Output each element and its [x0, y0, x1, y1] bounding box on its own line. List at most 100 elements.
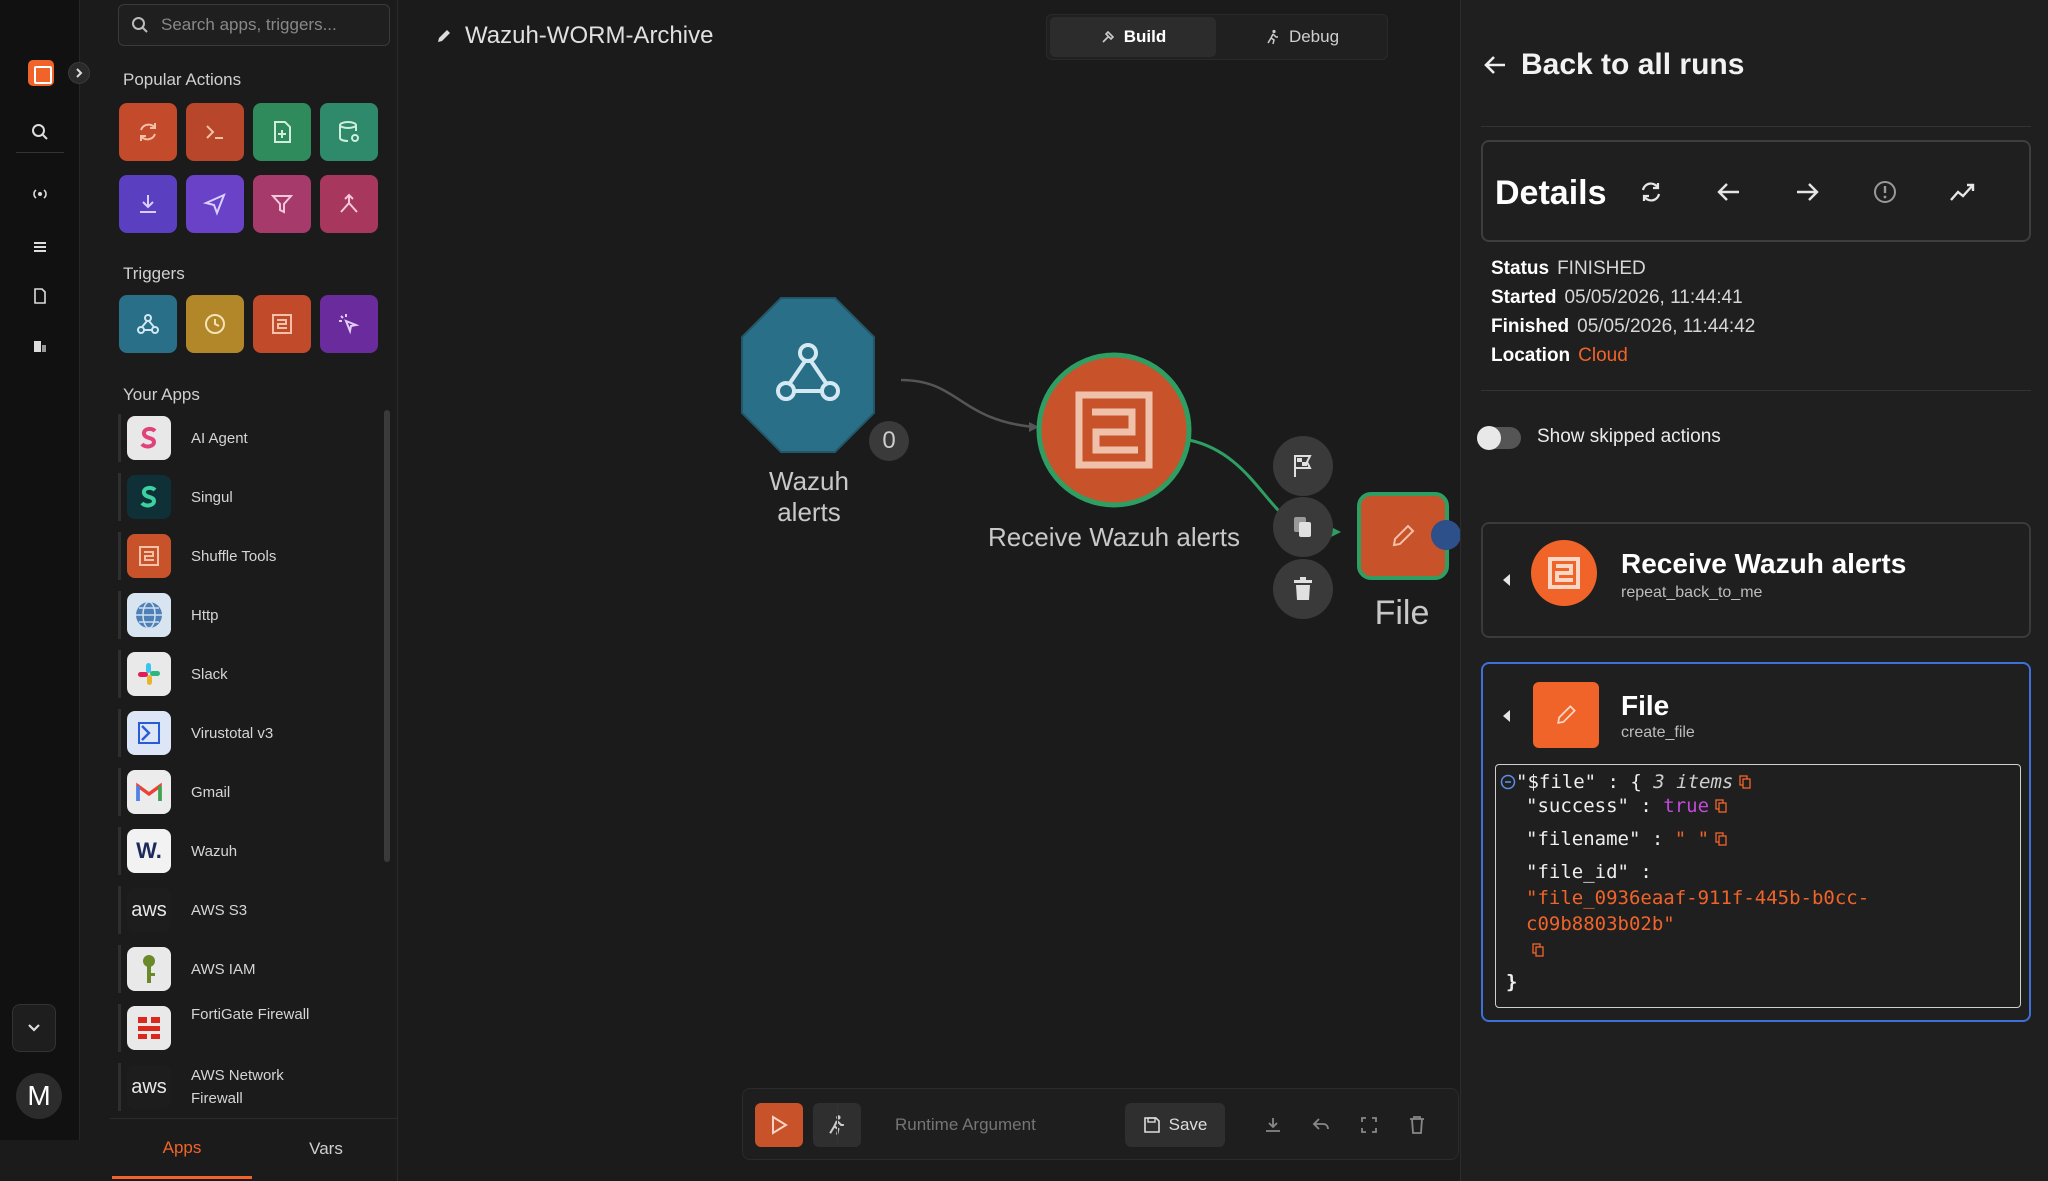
details-header: Details: [1481, 140, 2031, 242]
details-title: Details: [1495, 174, 1607, 212]
set-start-node-button[interactable]: [1273, 436, 1333, 496]
pencil-icon: [1533, 682, 1599, 748]
save-button[interactable]: Save: [1125, 1103, 1225, 1147]
search-icon[interactable]: [26, 118, 54, 146]
copy-icon[interactable]: [1715, 799, 1727, 813]
shuffle-logo-icon[interactable]: [28, 60, 54, 86]
previous-run-arrow-icon[interactable]: [1713, 176, 1745, 208]
arrow-left-icon: [1484, 56, 1505, 74]
back-to-runs-link[interactable]: Back to all runs: [1483, 48, 1744, 82]
finished-row: Finished 05/05/2026, 11:44:42: [1491, 316, 1756, 337]
document-icon[interactable]: [26, 282, 54, 310]
apps-scrollbar[interactable]: [384, 410, 390, 862]
download-icon[interactable]: [1259, 1111, 1287, 1139]
icon-rail: M: [0, 0, 90, 1140]
shuffle-tools-icon: [127, 534, 171, 578]
app-item-aws-iam[interactable]: AWS IAM: [118, 941, 390, 997]
location-link[interactable]: Cloud: [1578, 345, 1628, 366]
tab-vars[interactable]: Vars: [256, 1119, 396, 1179]
repeat-action-tile[interactable]: [119, 103, 177, 161]
your-apps-title: Your Apps: [123, 385, 200, 404]
subflow-trigger-tile[interactable]: [253, 295, 311, 353]
search-input[interactable]: [161, 15, 371, 35]
runtime-argument-input[interactable]: [873, 1103, 1093, 1147]
app-item-aws-s3[interactable]: aws AWS S3: [118, 882, 390, 938]
app-item-slack[interactable]: Slack: [118, 646, 390, 702]
undo-icon[interactable]: [1307, 1111, 1335, 1139]
json-success-row: "success" : true: [1526, 795, 1727, 817]
filter-action-tile[interactable]: [253, 175, 311, 233]
datastore-tile[interactable]: [320, 103, 378, 161]
alert-circle-icon[interactable]: [1869, 176, 1901, 208]
building-icon[interactable]: [26, 332, 54, 360]
broadcast-icon[interactable]: [26, 180, 54, 208]
shuffle-icon: [272, 314, 292, 334]
app-item-shuffle-tools[interactable]: Shuffle Tools: [118, 528, 390, 584]
json-file-id-value-cont: c09b8803b02b": [1526, 913, 1675, 935]
delete-node-button[interactable]: [1273, 559, 1333, 619]
copy-icon[interactable]: [1532, 943, 1544, 957]
json-filename-row: "filename" : " ": [1526, 828, 1727, 850]
shuffle-icon: [1531, 540, 1597, 606]
app-name: Wazuh: [191, 842, 238, 860]
search-box[interactable]: [118, 4, 390, 46]
pointer-click-icon: [339, 314, 360, 335]
action-result-file[interactable]: File create_file "$file" : { 3 items "su…: [1481, 662, 2031, 1022]
ai-agent-icon: [127, 416, 171, 460]
app-item-fortigate[interactable]: FortiGate Firewall: [118, 1000, 390, 1056]
started-row: Started 05/05/2026, 11:44:41: [1491, 287, 1743, 308]
app-item-ai-agent[interactable]: AI Agent: [118, 410, 390, 466]
next-run-arrow-icon[interactable]: [1791, 176, 1823, 208]
app-item-wazuh[interactable]: W. Wazuh: [118, 823, 390, 879]
workflow-canvas[interactable]: Wazuh-WORM-Archive Build Debug Wazuh ale…: [399, 0, 1461, 1181]
copy-node-button[interactable]: [1273, 497, 1333, 557]
app-item-aws-network-firewall[interactable]: aws AWS Network Firewall: [118, 1059, 390, 1115]
list-icon[interactable]: [26, 233, 54, 261]
copy-icon[interactable]: [1739, 775, 1752, 789]
create-file-tile[interactable]: [253, 103, 311, 161]
app-item-virustotal[interactable]: Virustotal v3: [118, 705, 390, 761]
download-action-tile[interactable]: [119, 175, 177, 233]
webhook-trigger-tile[interactable]: [119, 295, 177, 353]
file-node-label: File: [1374, 594, 1430, 632]
triggers-title: Triggers: [123, 264, 185, 283]
node-connector-handle[interactable]: [1431, 520, 1461, 550]
app-name: AWS IAM: [191, 960, 256, 978]
apps-sidebar: Popular Actions Triggers Your Apps: [110, 0, 398, 1181]
aws-iam-icon: [127, 947, 171, 991]
receive-node-label: Receive Wazuh alerts: [988, 522, 1240, 552]
tab-apps[interactable]: Apps: [112, 1119, 252, 1179]
trash-icon[interactable]: [1403, 1111, 1431, 1139]
expand-sidebar-button[interactable]: [68, 62, 90, 84]
user-avatar[interactable]: M: [16, 1073, 62, 1119]
schedule-trigger-tile[interactable]: [186, 295, 244, 353]
trigger-count-badge: 0: [869, 421, 909, 461]
collapse-json-icon[interactable]: [1500, 774, 1516, 790]
sidebar-tabs: Apps Vars: [110, 1118, 398, 1181]
fit-view-icon[interactable]: [1355, 1111, 1383, 1139]
collapse-caret-icon[interactable]: [1503, 710, 1510, 722]
app-item-singul[interactable]: Singul: [118, 469, 390, 525]
stats-trend-icon[interactable]: [1947, 176, 1979, 208]
gmail-icon: [127, 770, 171, 814]
user-input-trigger-tile[interactable]: [320, 295, 378, 353]
app-name: AWS Network Firewall: [191, 1067, 284, 1107]
action-result-receive[interactable]: Receive Wazuh alerts repeat_back_to_me: [1481, 522, 2031, 638]
send-action-tile[interactable]: [186, 175, 244, 233]
show-skipped-toggle[interactable]: [1477, 426, 1521, 450]
action-subtitle: repeat_back_to_me: [1621, 584, 1763, 601]
execute-bash-tile[interactable]: [186, 103, 244, 161]
canvas-toolbar: Save: [742, 1088, 1459, 1160]
wazuh-icon: W.: [127, 829, 171, 873]
collapse-caret-icon[interactable]: [1503, 574, 1510, 586]
globe-icon: [127, 593, 171, 637]
json-close-brace: }: [1506, 971, 1518, 993]
app-item-gmail[interactable]: Gmail: [118, 764, 390, 820]
refresh-icon[interactable]: [1635, 176, 1667, 208]
merge-action-tile[interactable]: [320, 175, 378, 233]
app-item-http[interactable]: Http: [118, 587, 390, 643]
run-workflow-button[interactable]: [755, 1103, 803, 1147]
collapse-menu-button[interactable]: [12, 1004, 56, 1052]
run-details-panel: Back to all runs Details Status FINISHED …: [1460, 0, 2048, 1181]
copy-icon[interactable]: [1715, 832, 1727, 846]
